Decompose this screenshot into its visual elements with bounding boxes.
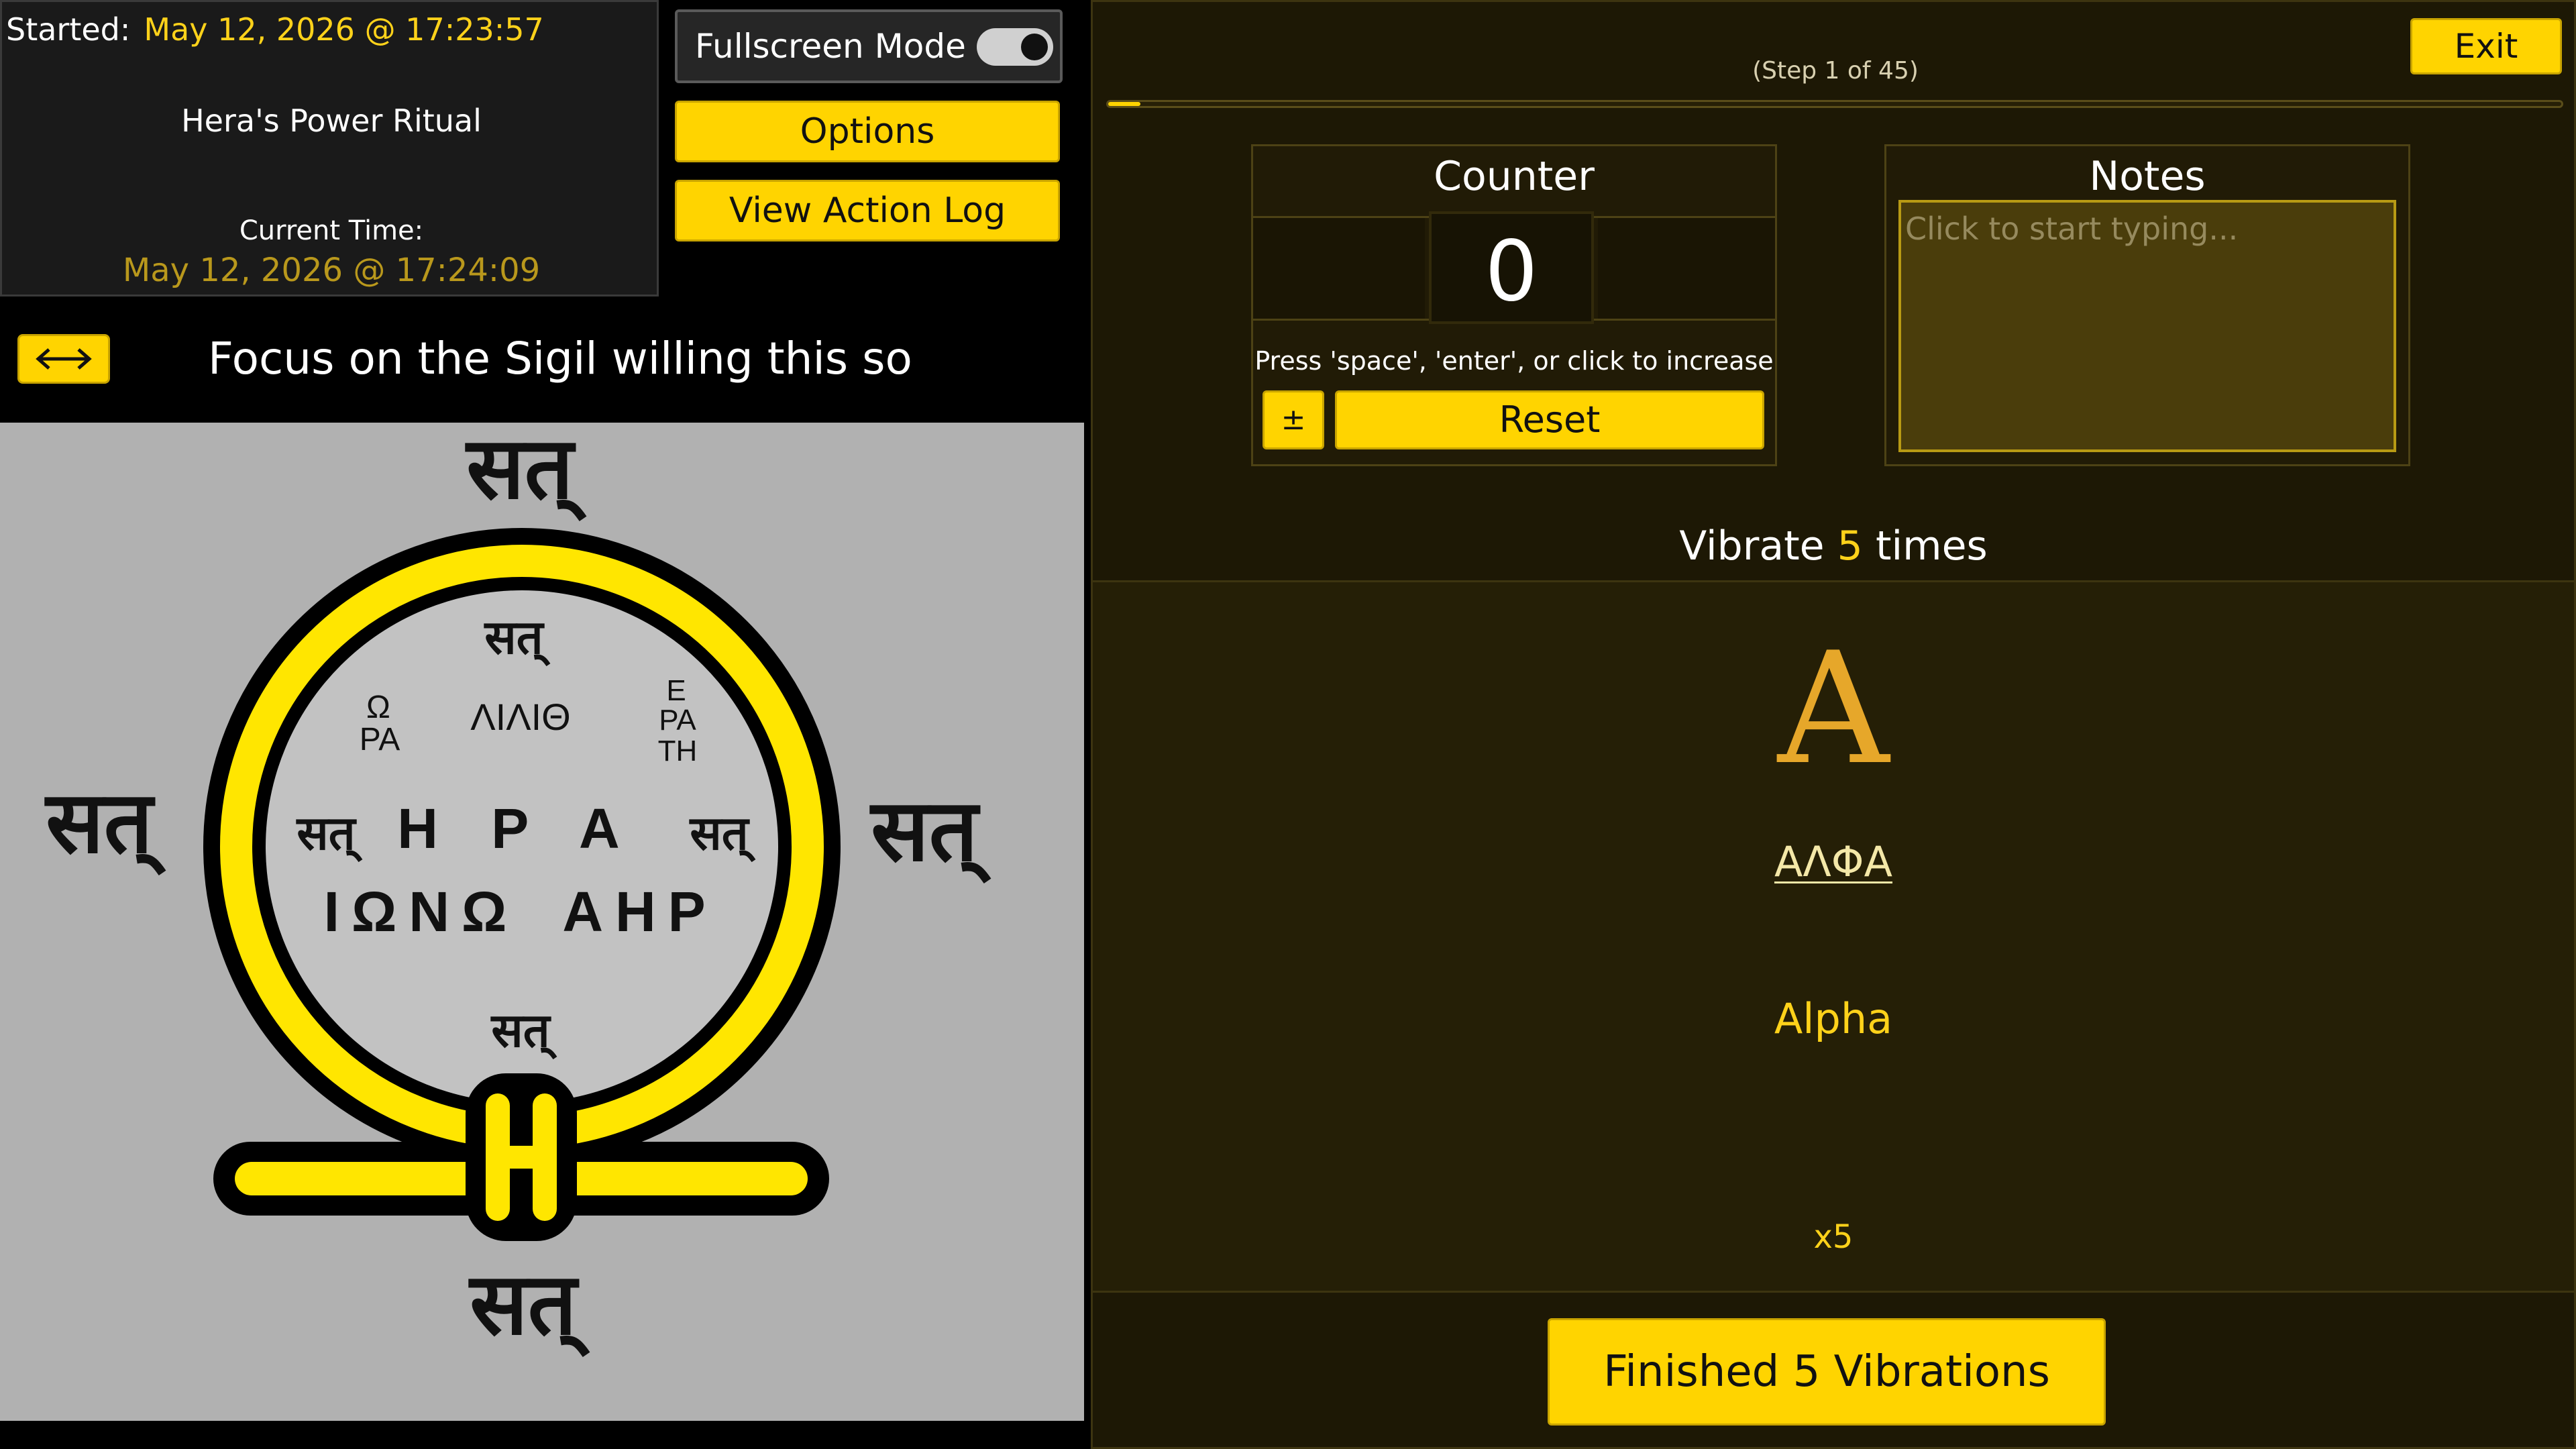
counter-display-row: 0 — [1253, 211, 1775, 324]
sigil-image: सत् सत् सत् सत् सत् सत् सत् सत् Ω PA ΛΙΛ… — [0, 423, 1084, 1421]
notes-textarea[interactable] — [1898, 200, 2396, 452]
started-value: May 12, 2026 @ 17:23:57 — [144, 11, 544, 48]
counter-value: 0 — [1485, 223, 1538, 320]
options-button[interactable]: Options — [675, 101, 1060, 162]
notes-title: Notes — [2089, 153, 2206, 200]
swap-arrows-icon — [36, 348, 92, 370]
current-time-value: May 12, 2026 @ 17:24:09 — [122, 252, 541, 289]
finished-vibrations-button[interactable]: Finished 5 Vibrations — [1548, 1318, 2106, 1426]
sigil-outer-top: सत् — [465, 423, 586, 522]
toggle-knob — [1021, 34, 1048, 60]
sigil-pa-right: PA — [659, 704, 696, 737]
sigil-aer: AHP — [562, 880, 717, 943]
step-indicator: (Step 1 of 45) — [1752, 57, 1919, 85]
sigil-inner-right: सत् — [688, 805, 755, 863]
sigil-lilith: ΛΙΛΙΘ — [470, 696, 571, 738]
notes-panel: Notes — [1884, 144, 2410, 466]
step-progress-fill — [1108, 102, 1141, 106]
reset-button[interactable]: Reset — [1335, 390, 1764, 449]
counter-value-cell[interactable]: 0 — [1429, 211, 1594, 324]
sigil-inner-left: सत् — [295, 805, 362, 863]
step-progress-bar — [1106, 100, 2563, 108]
sigil-outer-right: सत् — [869, 780, 991, 884]
sigil-iono: IΩNΩ — [324, 880, 519, 943]
vibrate-suffix: times — [1875, 523, 1988, 570]
fullscreen-toggle[interactable] — [977, 28, 1053, 66]
fullscreen-toggle-row[interactable]: Fullscreen Mode — [675, 9, 1063, 83]
started-label: Started: — [6, 11, 131, 48]
sigil-drawing: सत् सत् सत् सत् सत् सत् सत् सत् Ω PA ΛΙΛ… — [44, 423, 991, 1358]
sigil-omega: Ω — [366, 690, 390, 725]
sigil-inner-top: सत् — [483, 609, 550, 667]
current-time-label: Current Time: — [239, 215, 424, 246]
repeat-multiplier: x5 — [1813, 1218, 1854, 1256]
view-action-log-button[interactable]: View Action Log — [675, 180, 1060, 241]
greek-word: ΑΛΦΑ — [1774, 837, 1893, 886]
sigil-e: E — [666, 674, 686, 707]
counter-title: Counter — [1434, 153, 1595, 200]
sigil-pa-left: PA — [360, 722, 400, 757]
sigil-inner-bottom: सत् — [490, 1002, 557, 1060]
ritual-name: Hera's Power Ritual — [181, 103, 482, 139]
sigil-hera: H P A — [397, 797, 638, 860]
plus-minus-button[interactable]: ± — [1263, 390, 1324, 449]
exit-button[interactable]: Exit — [2410, 18, 2562, 74]
sigil-outer-left: सत् — [44, 772, 166, 876]
swap-layout-button[interactable] — [17, 334, 110, 384]
letter-name: Alpha — [1774, 994, 1893, 1043]
vibration-display: A ΑΛΦΑ Alpha x5 — [1093, 580, 2574, 1293]
vibrate-prefix: Vibrate — [1679, 523, 1825, 570]
greek-letter: A — [1777, 620, 1890, 799]
counter-left-cell — [1253, 218, 1425, 319]
vibrate-count: 5 — [1837, 523, 1863, 570]
sigil-th: TH — [658, 735, 698, 767]
finish-suffix: Vibrations — [1833, 1347, 2050, 1397]
vibrate-instruction: Vibrate 5 times — [1093, 523, 2574, 570]
focus-instruction: Focus on the Sigil willing this so — [208, 333, 912, 384]
sigil-outer-bottom: सत् — [468, 1254, 590, 1358]
counter-hint: Press 'space', 'enter', or click to incr… — [1254, 346, 1774, 376]
started-line: Started: May 12, 2026 @ 17:23:57 — [6, 11, 544, 48]
session-info-panel: Started: May 12, 2026 @ 17:23:57 Hera's P… — [0, 0, 659, 297]
finish-count: 5 — [1792, 1347, 1821, 1397]
finish-prefix: Finished — [1603, 1347, 1780, 1397]
counter-panel: Counter 0 Press 'space', 'enter', or cli… — [1251, 144, 1777, 466]
fullscreen-label: Fullscreen Mode — [695, 27, 966, 66]
counter-right-cell — [1598, 218, 1775, 319]
ritual-step-panel: (Step 1 of 45) Exit Counter 0 Press 'spa… — [1091, 0, 2576, 1449]
